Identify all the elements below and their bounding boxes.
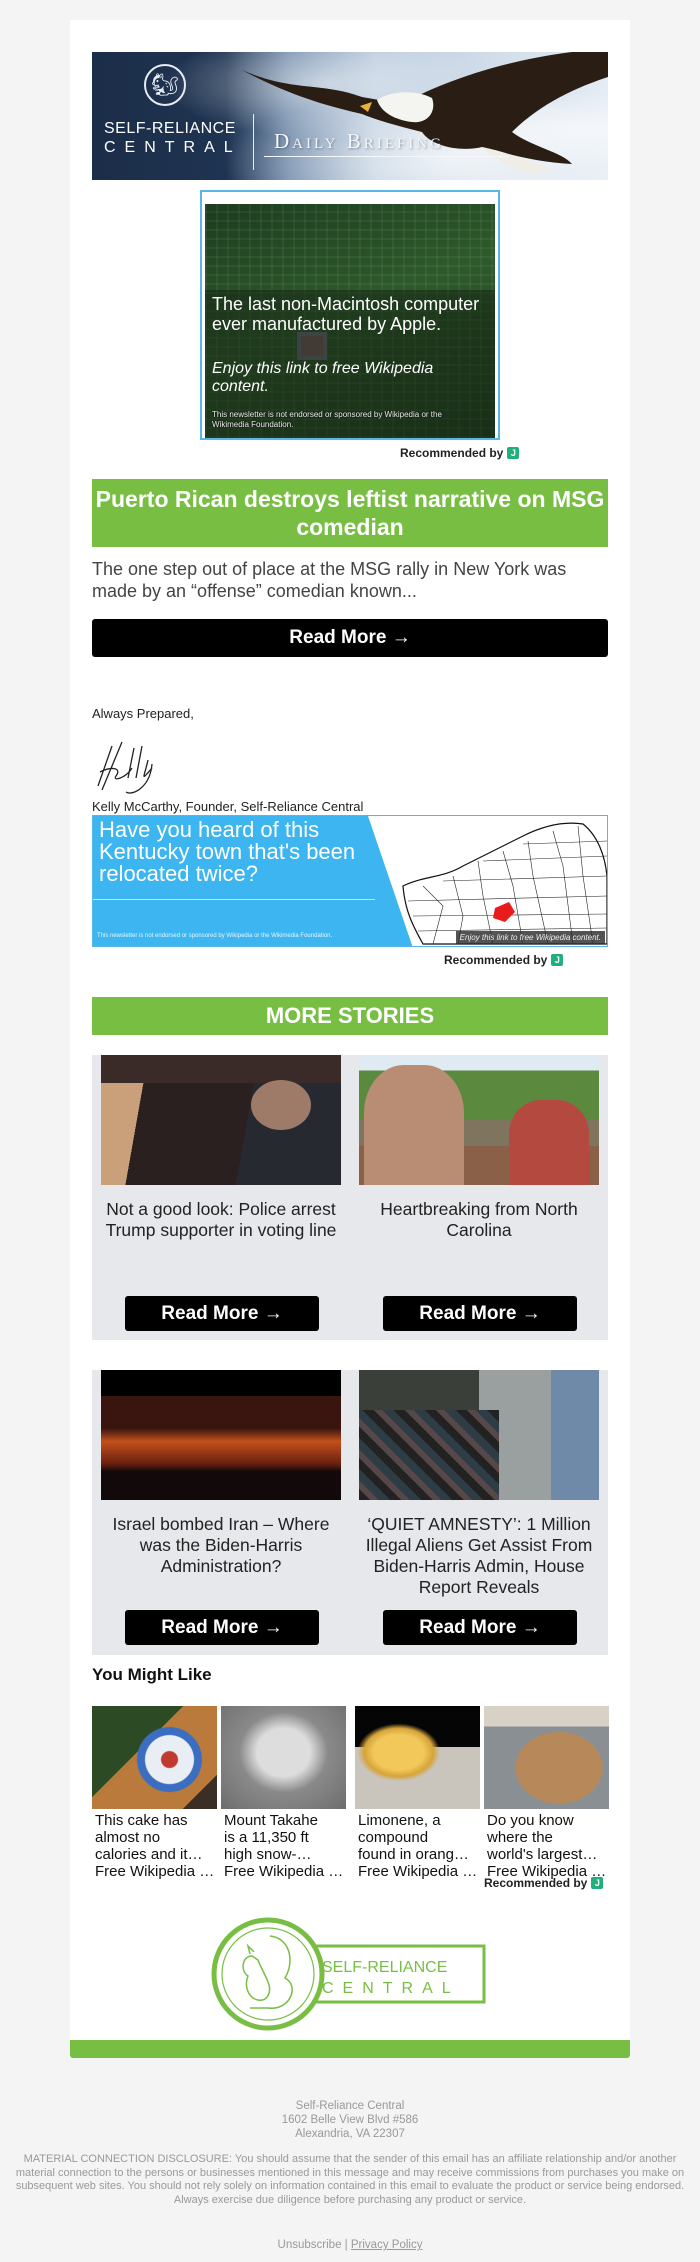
recommendation-image (92, 1706, 217, 1809)
recommendation-caption: This cake has almost no calories and it… (95, 1812, 203, 1863)
story-card: Not a good look: Police arrest Trump sup… (101, 1055, 341, 1331)
footer-street: 1602 Belle View Blvd #586 (281, 2114, 419, 2126)
banner-brand-line1: SELF-RELIANCE (104, 120, 236, 137)
header-banner[interactable]: 🐿 SELF-RELIANCE CENTRAL Daily Briefing (92, 52, 608, 180)
ad-disclaimer: This newsletter is not endorsed or spons… (212, 410, 442, 429)
recommendation-source: Free Wikipedia … (358, 1863, 478, 1880)
eagle-image (242, 52, 608, 174)
footer-city: Alexandria, VA 22307 (295, 2128, 405, 2140)
ad-title: The last non-Macintosh computer ever man… (212, 294, 480, 334)
banner-brand-line2: CENTRAL (104, 139, 242, 156)
recommendation-caption: Limonene, a compound found in orang… (358, 1812, 469, 1863)
story-read-more-button[interactable]: Read More → (125, 1610, 319, 1645)
self-reliance-central-logo: SELF-RELIANCE CENTRAL (211, 1917, 486, 2031)
recommended-by-label: Recommended by (400, 446, 504, 460)
story-image[interactable] (101, 1370, 341, 1500)
privacy-policy-link[interactable]: Privacy Policy (351, 2239, 423, 2251)
recommendation-caption: Mount Takahe is a 11,350 ft high snow-… (224, 1812, 318, 1863)
main-headline[interactable]: Puerto Rican destroys leftist narrative … (92, 479, 608, 547)
recommendation-image (221, 1706, 346, 1809)
story-card: ‘QUIET AMNESTY’: 1 Million Illegal Alien… (359, 1370, 599, 1645)
recommendation-item[interactable]: Do you know where the world's largest… F… (484, 1706, 609, 1880)
story-read-more-button[interactable]: Read More → (383, 1610, 577, 1645)
closing-text: Always Prepared, (92, 706, 194, 721)
story-title[interactable]: Israel bombed Iran – Where was the Biden… (101, 1514, 341, 1577)
logo-line1: SELF-RELIANCE (322, 1959, 447, 1976)
story-row-1: Not a good look: Police arrest Trump sup… (92, 1055, 608, 1340)
recommendation-item[interactable]: Mount Takahe is a 11,350 ft high snow-… … (221, 1706, 346, 1880)
jeeng-logo-icon: J (551, 954, 564, 966)
signature-image (97, 741, 153, 794)
recommendation-item[interactable]: This cake has almost no calories and it…… (92, 1706, 217, 1880)
footer-links: Unsubscribe | Privacy Policy (0, 2239, 700, 2251)
you-might-like-heading: You Might Like (92, 1665, 212, 1684)
kentucky-map-image (402, 822, 607, 945)
recommendation-item[interactable]: Limonene, a compound found in orang… Fre… (355, 1706, 480, 1880)
material-connection-disclosure: MATERIAL CONNECTION DISCLOSURE: You shou… (15, 2153, 685, 2206)
footer-separator: | (344, 2239, 348, 2251)
ad-question: Have you heard of this Kentucky town tha… (99, 817, 356, 886)
recommended-by-badge[interactable]: Recommended by J (484, 1876, 604, 1890)
ad-enjoy-label: Enjoy this link to free Wikipedia conten… (455, 931, 605, 944)
story-image[interactable] (101, 1055, 341, 1185)
banner-title: Daily Briefing (274, 129, 444, 153)
story-image[interactable] (359, 1055, 599, 1185)
ad-disclaimer: This newsletter is not endorsed or spons… (97, 933, 333, 939)
squirrel-seal-icon: 🐿 (144, 64, 186, 106)
story-card: Israel bombed Iran – Where was the Biden… (101, 1370, 341, 1645)
footer-company: Self-Reliance Central (295, 2100, 405, 2112)
jeeng-logo-icon: J (591, 1877, 604, 1889)
signature-name: Kelly McCarthy, Founder, Self-Reliance C… (92, 799, 364, 814)
story-row-2: Israel bombed Iran – Where was the Biden… (92, 1370, 608, 1655)
logo-line2: CENTRAL (322, 1980, 460, 1997)
recommendation-caption: Do you know where the world's largest… (487, 1812, 598, 1863)
banner-underline (264, 156, 509, 157)
main-teaser: The one step out of place at the MSG ral… (92, 559, 567, 601)
ad-subtitle: Enjoy this link to free Wikipedia conten… (212, 360, 434, 395)
footer-green-bar (70, 2040, 630, 2058)
wikipedia-ad-apple[interactable]: The last non-Macintosh computer ever man… (200, 190, 500, 440)
main-read-more-button[interactable]: Read More → (92, 619, 608, 657)
jeeng-logo-icon: J (507, 447, 520, 459)
story-read-more-button[interactable]: Read More → (383, 1296, 577, 1331)
story-title[interactable]: Heartbreaking from North Carolina (359, 1199, 599, 1241)
unsubscribe-link[interactable]: Unsubscribe (278, 2239, 342, 2251)
recommended-by-label: Recommended by (444, 953, 548, 967)
wikipedia-ad-kentucky[interactable]: Have you heard of this Kentucky town tha… (92, 815, 608, 947)
recommendation-image (484, 1706, 609, 1809)
recommendation-source: Free Wikipedia … (95, 1863, 215, 1880)
recommended-by-badge[interactable]: Recommended by J (444, 953, 564, 967)
recommendation-source: Free Wikipedia … (224, 1863, 344, 1880)
recommended-by-label: Recommended by (484, 1876, 588, 1890)
story-image[interactable] (359, 1370, 599, 1500)
story-title[interactable]: ‘QUIET AMNESTY’: 1 Million Illegal Alien… (359, 1514, 599, 1598)
email-container: 🐿 SELF-RELIANCE CENTRAL Daily Briefing T… (70, 20, 630, 2040)
story-title[interactable]: Not a good look: Police arrest Trump sup… (101, 1199, 341, 1241)
footer-address: Self-Reliance Central 1602 Belle View Bl… (0, 2099, 700, 2141)
story-read-more-button[interactable]: Read More → (125, 1296, 319, 1331)
story-card: Heartbreaking from North Carolina Read M… (359, 1055, 599, 1331)
ad-divider (93, 899, 375, 900)
recommended-by-badge[interactable]: Recommended by J (400, 446, 520, 460)
recommendation-image (355, 1706, 480, 1809)
banner-divider (253, 114, 254, 170)
more-stories-heading: MORE STORIES (92, 997, 608, 1035)
